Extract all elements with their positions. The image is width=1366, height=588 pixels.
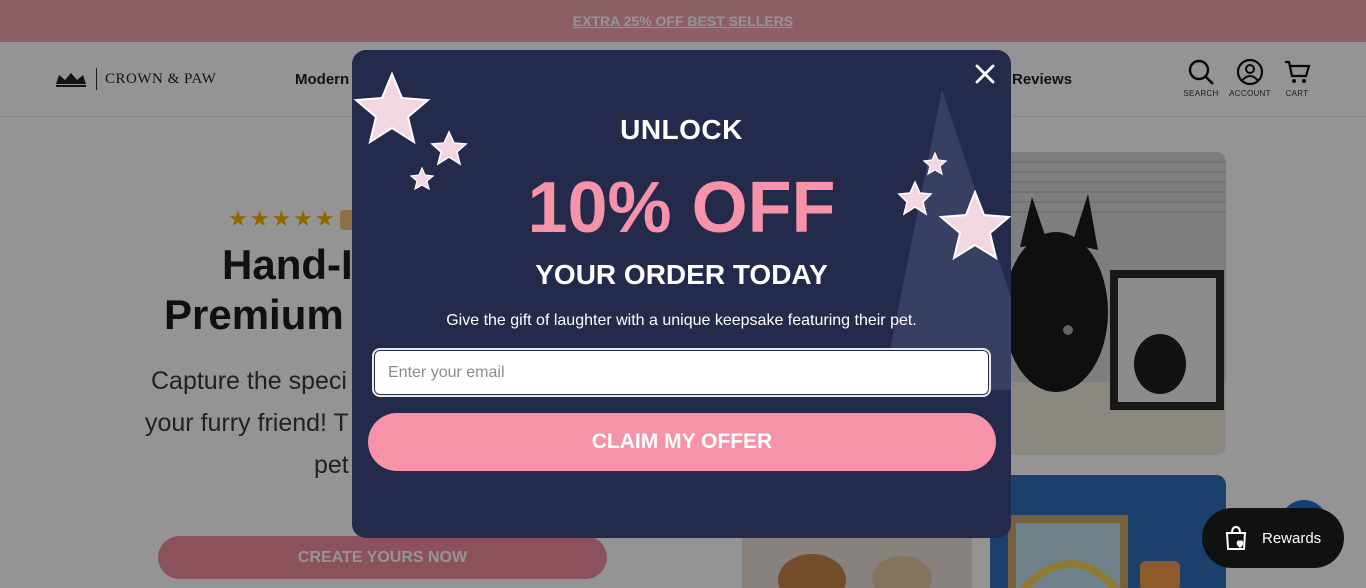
rewards-button[interactable]: Rewards — [1202, 508, 1344, 568]
popup-description: Give the gift of laughter with a unique … — [446, 312, 917, 329]
popup-headline-top: UNLOCK — [620, 114, 743, 145]
rewards-label: Rewards — [1262, 529, 1322, 547]
discount-popup: UNLOCK 10% OFF YOUR ORDER TODAY Give the… — [352, 50, 1011, 538]
shopping-bag-heart-icon — [1225, 525, 1247, 550]
close-icon[interactable] — [973, 62, 997, 86]
popup-discount: 10% OFF — [527, 168, 836, 248]
claim-offer-button[interactable]: CLAIM MY OFFER — [368, 413, 996, 471]
email-input[interactable] — [372, 348, 991, 397]
popup-headline-bottom: YOUR ORDER TODAY — [535, 259, 828, 290]
